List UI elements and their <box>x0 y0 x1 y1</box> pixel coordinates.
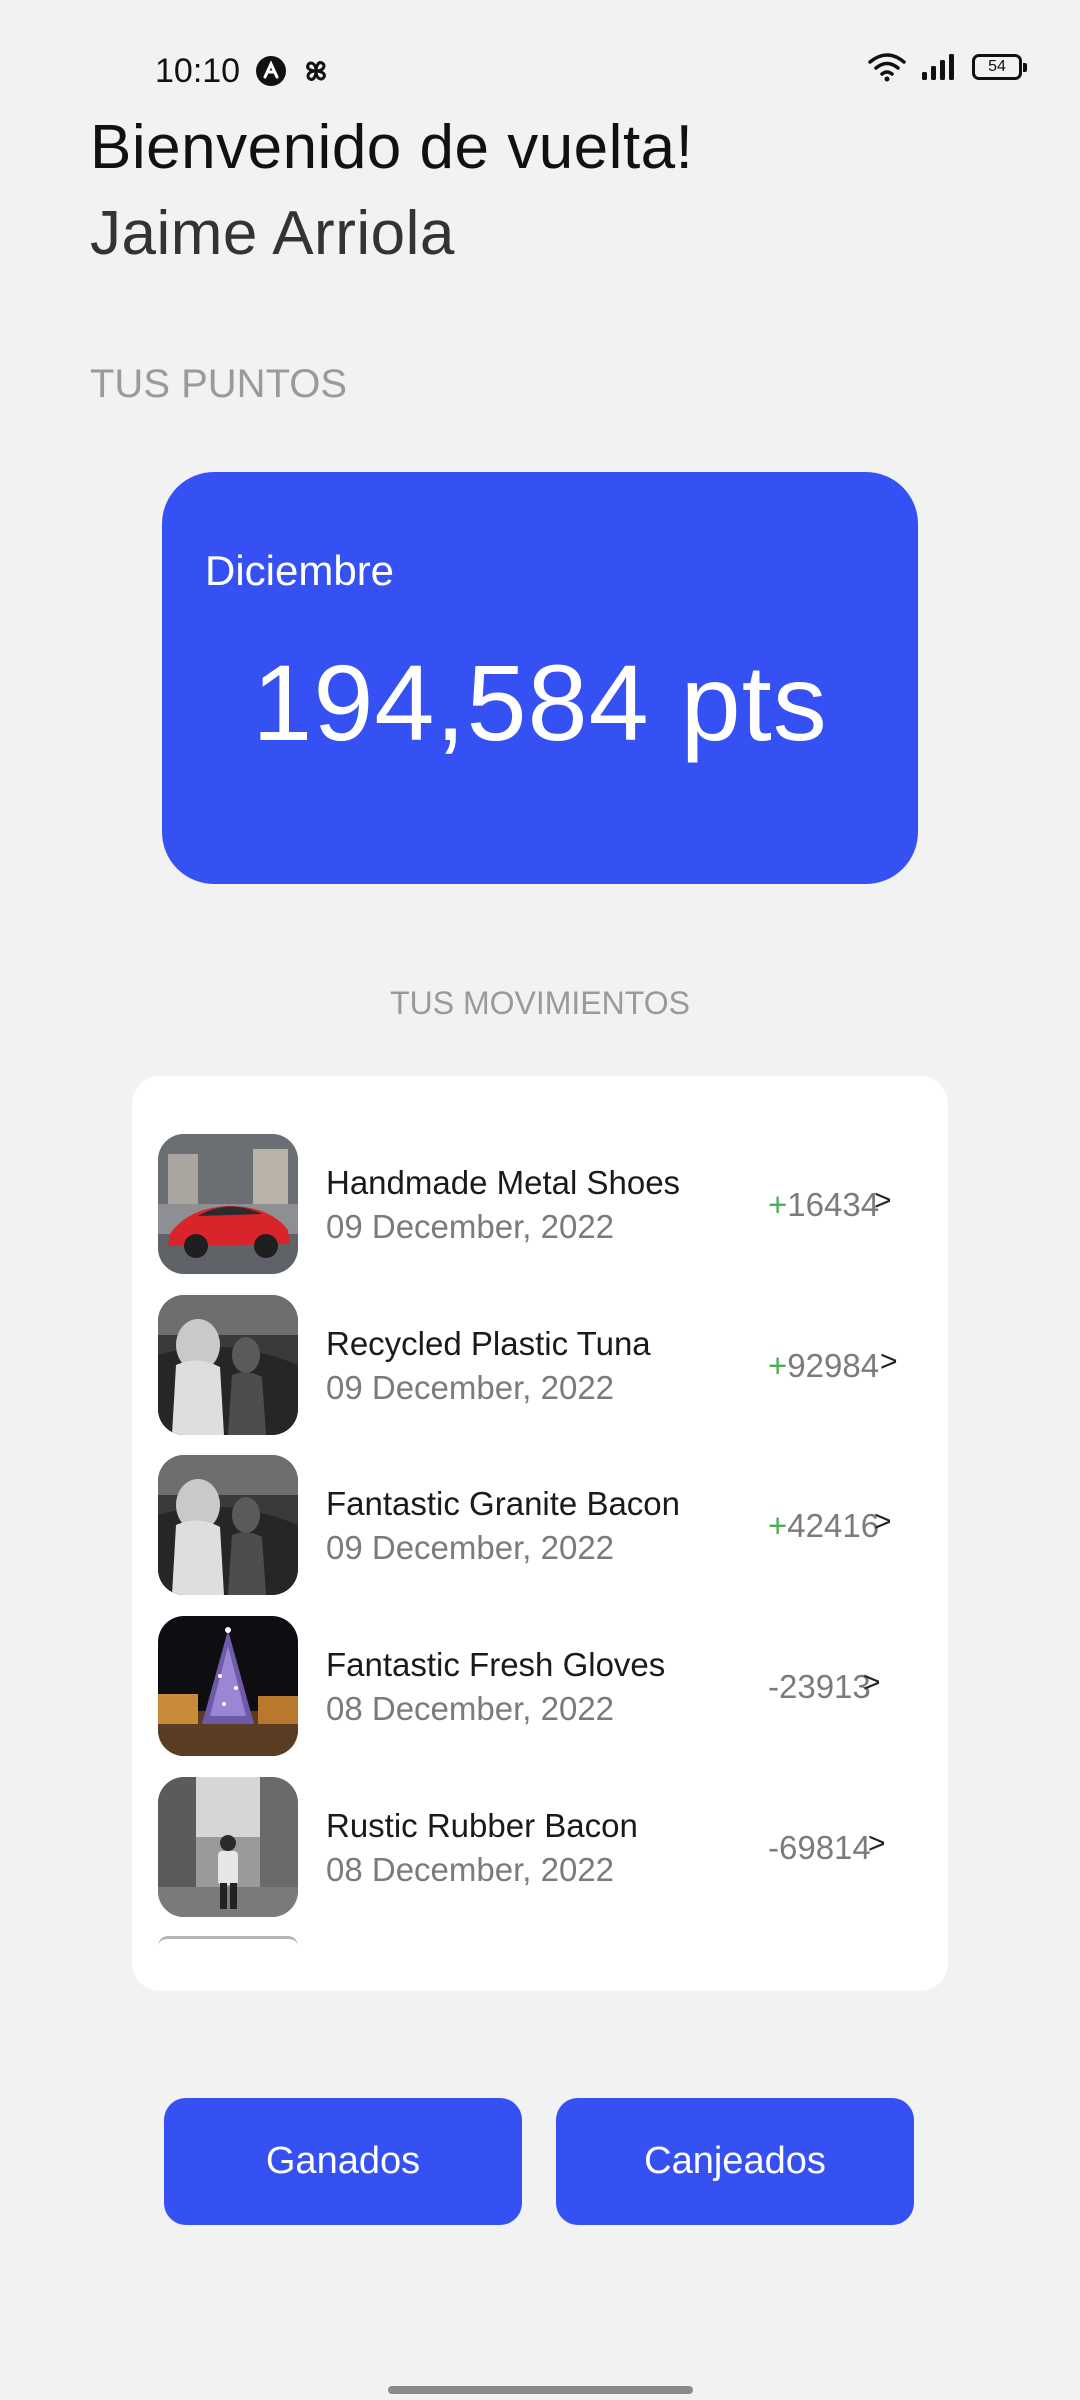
christmas-tree-photo <box>158 1616 298 1756</box>
item-name: Handmade Metal Shoes <box>326 1164 681 1201</box>
item-date: 08 December, 2022 <box>326 1851 615 1888</box>
item-points: +16434 <box>768 1186 879 1224</box>
list-item[interactable]: Rustic Rubber Bacon 08 December, 2022 -6… <box>158 1777 928 1917</box>
bw-alley-photo <box>158 1777 298 1917</box>
pinwheel-app-icon <box>306 61 326 81</box>
greeting-title: Bienvenido de vuelta! <box>90 113 694 182</box>
points-section-label: TUS PUNTOS <box>90 362 348 406</box>
status-right-group: 54 <box>868 52 1027 82</box>
battery-icon: 54 <box>972 54 1027 80</box>
user-name: Jaime Arriola <box>90 199 455 268</box>
chevron-right-icon[interactable]: > <box>868 1827 886 1861</box>
item-amount: -23913 <box>768 1668 871 1705</box>
item-name: Rustic Rubber Bacon <box>326 1807 638 1844</box>
signal-icon <box>922 54 954 80</box>
movements-title: TUS MOVIMIENTOS <box>390 985 690 1021</box>
list-item[interactable]: Fantastic Fresh Gloves 08 December, 2022… <box>158 1616 928 1756</box>
item-name: Fantastic Granite Bacon <box>326 1485 681 1522</box>
redeemed-button[interactable]: Canjeados <box>556 2098 914 2225</box>
chevron-right-icon[interactable]: > <box>863 1666 881 1700</box>
points-month: Diciembre <box>205 547 395 594</box>
item-name: Fantastic Fresh Gloves <box>326 1646 666 1683</box>
red-sports-car-photo <box>158 1134 298 1274</box>
notification-app-icon <box>256 56 286 86</box>
item-points: -69814 <box>768 1829 871 1867</box>
item-date: 09 December, 2022 <box>326 1369 615 1406</box>
item-points: +92984 <box>768 1347 879 1385</box>
item-amount: -69814 <box>768 1829 871 1866</box>
positive-sign: + <box>768 1186 788 1223</box>
status-time: 10:10 <box>155 52 241 90</box>
bw-people-photo <box>158 1295 298 1435</box>
item-amount: 92984 <box>787 1347 880 1384</box>
item-amount: 42416 <box>787 1507 880 1544</box>
item-points: -23913 <box>768 1668 871 1706</box>
list-item-peek <box>158 1936 298 1946</box>
list-item[interactable]: Recycled Plastic Tuna 09 December, 2022 … <box>158 1295 928 1435</box>
positive-sign: + <box>768 1347 788 1384</box>
bw-people-photo <box>158 1455 298 1595</box>
earned-button[interactable]: Ganados <box>164 2098 522 2225</box>
chevron-right-icon[interactable]: > <box>874 1184 892 1218</box>
chevron-right-icon[interactable]: > <box>874 1505 892 1539</box>
item-date: 08 December, 2022 <box>326 1690 615 1727</box>
item-amount: 16434 <box>787 1186 880 1223</box>
item-name: Recycled Plastic Tuna <box>326 1325 651 1362</box>
points-screen: 10:10 54 Bienvenido de vuelta! Jaime Arr… <box>0 0 1080 2400</box>
movements-list[interactable]: Handmade Metal Shoes 09 December, 2022 +… <box>132 1076 948 1991</box>
item-date: 09 December, 2022 <box>326 1208 615 1245</box>
chevron-right-icon[interactable]: > <box>880 1345 898 1379</box>
item-points: +42416 <box>768 1507 879 1545</box>
points-total: 194,584 pts <box>252 642 828 763</box>
points-card: Diciembre 194,584 pts <box>162 472 918 884</box>
list-item[interactable]: Handmade Metal Shoes 09 December, 2022 +… <box>158 1134 928 1274</box>
list-item[interactable]: Fantastic Granite Bacon 09 December, 202… <box>158 1455 928 1595</box>
home-indicator[interactable] <box>388 2386 693 2394</box>
positive-sign: + <box>768 1507 788 1544</box>
item-date: 09 December, 2022 <box>326 1529 615 1566</box>
wifi-icon <box>868 53 906 82</box>
